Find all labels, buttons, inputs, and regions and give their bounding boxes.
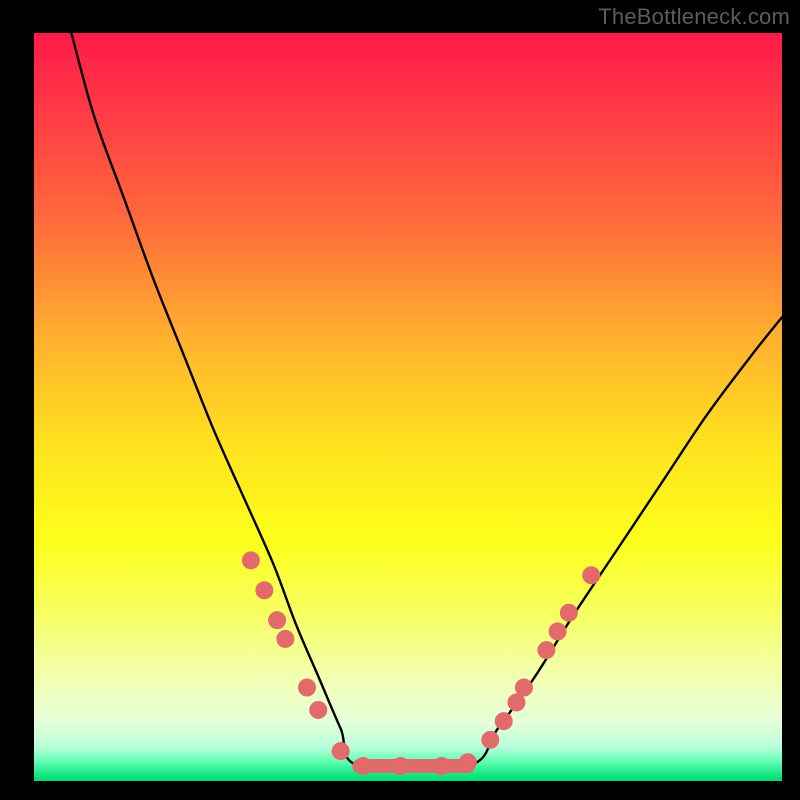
marker-dot xyxy=(309,701,327,719)
marker-dot xyxy=(549,622,567,640)
gradient-rect xyxy=(34,33,782,781)
marker-dot xyxy=(459,753,477,771)
marker-dot xyxy=(481,731,499,749)
marker-dot xyxy=(242,551,260,569)
marker-dot xyxy=(392,757,410,775)
marker-dot xyxy=(268,611,286,629)
chart-canvas xyxy=(34,33,782,781)
marker-dot xyxy=(582,566,600,584)
marker-dot xyxy=(298,679,316,697)
marker-dot xyxy=(433,757,451,775)
marker-dot xyxy=(255,581,273,599)
marker-dot xyxy=(560,604,578,622)
marker-dot xyxy=(354,757,372,775)
marker-dot xyxy=(537,641,555,659)
watermark-text: TheBottleneck.com xyxy=(598,4,790,30)
marker-dot xyxy=(276,630,294,648)
chart-frame: TheBottleneck.com xyxy=(0,0,800,800)
marker-dot xyxy=(495,712,513,730)
marker-dot xyxy=(332,742,350,760)
marker-dot xyxy=(515,679,533,697)
